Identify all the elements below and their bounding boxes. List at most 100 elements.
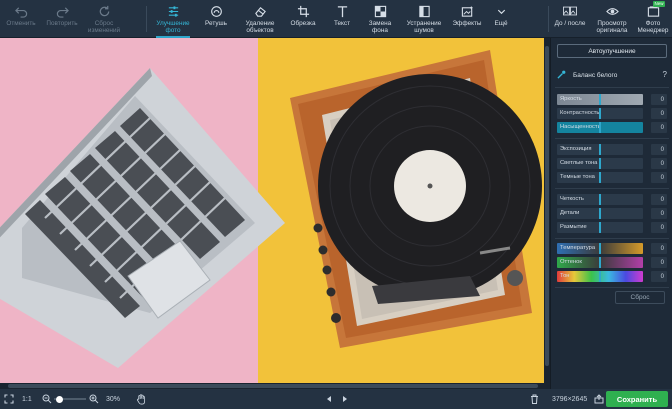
slider-value[interactable]: 0 xyxy=(651,271,667,282)
more-menu-button[interactable]: Ещё xyxy=(488,0,514,38)
panel-divider xyxy=(555,238,669,239)
slider-track[interactable]: Темные тона xyxy=(557,172,643,183)
horizontal-scrollbar-thumb[interactable] xyxy=(8,384,538,388)
auto-enhance-button[interactable]: Автоулучшение xyxy=(557,44,667,58)
reset-changes-button[interactable]: Сброс изменений xyxy=(84,0,124,38)
slider-track[interactable]: Экспозиция xyxy=(557,144,643,155)
next-image-button[interactable] xyxy=(341,389,349,409)
slider-track[interactable]: Размытие xyxy=(557,222,643,233)
tab-replace-background[interactable]: Замена фона xyxy=(361,0,399,38)
photo-editor-window: Отменить Повторить Сброс изменений Улучш… xyxy=(0,0,672,409)
slider-handle[interactable] xyxy=(599,271,601,282)
slider-value[interactable]: 0 xyxy=(651,222,667,233)
laptop-illustration xyxy=(0,68,285,368)
zoom-slider-handle[interactable] xyxy=(56,395,63,403)
photo-manager-button[interactable]: New Фото Менеджер xyxy=(634,0,672,38)
slider-handle[interactable] xyxy=(599,257,601,268)
slider-row[interactable]: Экспозиция 0 xyxy=(557,144,669,155)
zoom-out-icon[interactable] xyxy=(42,389,52,409)
slider-row[interactable]: Светлые тона 0 xyxy=(557,158,669,169)
actual-size-button[interactable]: 1:1 xyxy=(22,389,32,409)
help-icon[interactable]: ? xyxy=(663,70,667,79)
slider-row[interactable]: Насыщенность 0 xyxy=(557,122,669,133)
photo-canvas[interactable] xyxy=(0,38,544,383)
slider-value[interactable]: 0 xyxy=(651,108,667,119)
slider-handle[interactable] xyxy=(599,122,601,133)
photo-manager-icon: New xyxy=(646,1,666,18)
slider-row[interactable]: Температура 0 xyxy=(557,243,669,254)
white-balance-row[interactable]: Баланс белого ? xyxy=(557,68,667,82)
adjustments-panel: Автоулучшение Баланс белого ? Яркость 0 Ко… xyxy=(550,38,672,389)
hand-tool-icon[interactable] xyxy=(136,389,147,409)
effects-icon xyxy=(460,4,474,18)
slider-value[interactable]: 0 xyxy=(651,158,667,169)
slider-label: Светлые тона xyxy=(560,160,598,166)
slider-row[interactable]: Тон 0 xyxy=(557,271,669,282)
vertical-scrollbar-thumb[interactable] xyxy=(545,46,549,366)
fit-screen-button[interactable] xyxy=(4,389,14,409)
toolbar-divider xyxy=(146,6,147,32)
previous-image-button[interactable] xyxy=(325,389,333,409)
slider-handle[interactable] xyxy=(599,144,601,155)
slider-track[interactable]: Температура xyxy=(557,243,643,254)
slider-track[interactable]: Четкость xyxy=(557,194,643,205)
slider-row[interactable]: Оттенок 0 xyxy=(557,257,669,268)
tab-retouch[interactable]: Ретушь xyxy=(199,0,233,38)
slider-track[interactable]: Насыщенность xyxy=(557,122,643,133)
slider-value[interactable]: 0 xyxy=(651,122,667,133)
before-after-button[interactable]: До / после xyxy=(551,0,589,38)
slider-value[interactable]: 0 xyxy=(651,94,667,105)
slider-handle[interactable] xyxy=(599,94,601,105)
slider-row[interactable]: Детали 0 xyxy=(557,208,669,219)
slider-handle[interactable] xyxy=(599,243,601,254)
export-icon[interactable] xyxy=(594,389,604,409)
slider-row[interactable]: Яркость 0 xyxy=(557,94,669,105)
tab-label: Ещё xyxy=(494,20,508,27)
slider-track[interactable]: Светлые тона xyxy=(557,158,643,169)
slider-label: Яркость xyxy=(560,96,582,102)
tab-effects[interactable]: Эффекты xyxy=(449,0,485,38)
slider-handle[interactable] xyxy=(599,194,601,205)
zoom-in-icon[interactable] xyxy=(89,389,99,409)
tab-text[interactable]: Текст xyxy=(325,0,359,38)
crop-icon xyxy=(296,4,310,18)
redo-button[interactable]: Повторить xyxy=(42,0,82,38)
slider-track[interactable]: Контрастность xyxy=(557,108,643,119)
slider-track[interactable]: Детали xyxy=(557,208,643,219)
tab-denoise[interactable]: Устранение шумов xyxy=(401,0,447,38)
slider-handle[interactable] xyxy=(599,158,601,169)
fit-screen-icon xyxy=(4,394,14,404)
slider-row[interactable]: Размытие 0 xyxy=(557,222,669,233)
slider-handle[interactable] xyxy=(599,222,601,233)
reset-button[interactable]: Сброс xyxy=(615,291,665,304)
tab-crop[interactable]: Обрезка xyxy=(285,0,321,38)
slider-row[interactable]: Четкость 0 xyxy=(557,194,669,205)
save-button[interactable]: Сохранить xyxy=(606,391,668,407)
tab-remove-objects[interactable]: Удаление объектов xyxy=(238,0,282,38)
zoom-slider[interactable] xyxy=(54,389,86,409)
slider-value[interactable]: 0 xyxy=(651,194,667,205)
slider-value[interactable]: 0 xyxy=(651,208,667,219)
slider-value[interactable]: 0 xyxy=(651,243,667,254)
slider-value[interactable]: 0 xyxy=(651,257,667,268)
chevron-down-icon xyxy=(494,4,508,18)
slider-handle[interactable] xyxy=(599,172,601,183)
slider-row[interactable]: Контрастность 0 xyxy=(557,108,669,119)
tab-label: Замена фона xyxy=(368,20,392,34)
view-original-button[interactable]: Просмотр оригинала xyxy=(592,0,632,38)
tab-enhance-photo[interactable]: Улучшение фото xyxy=(150,0,196,38)
new-badge: New xyxy=(653,1,666,7)
slider-value[interactable]: 0 xyxy=(651,172,667,183)
eyedropper-icon[interactable] xyxy=(557,70,567,80)
slider-handle[interactable] xyxy=(599,208,601,219)
slider-row[interactable]: Темные тона 0 xyxy=(557,172,669,183)
slider-track[interactable]: Тон xyxy=(557,271,643,282)
undo-button[interactable]: Отменить xyxy=(2,0,40,38)
slider-track[interactable]: Оттенок xyxy=(557,257,643,268)
slider-track[interactable]: Яркость xyxy=(557,94,643,105)
slider-value[interactable]: 0 xyxy=(651,144,667,155)
delete-button[interactable] xyxy=(530,389,539,409)
slider-handle[interactable] xyxy=(599,108,601,119)
tab-label: Ретушь xyxy=(205,20,227,27)
sliders-icon xyxy=(166,4,180,18)
